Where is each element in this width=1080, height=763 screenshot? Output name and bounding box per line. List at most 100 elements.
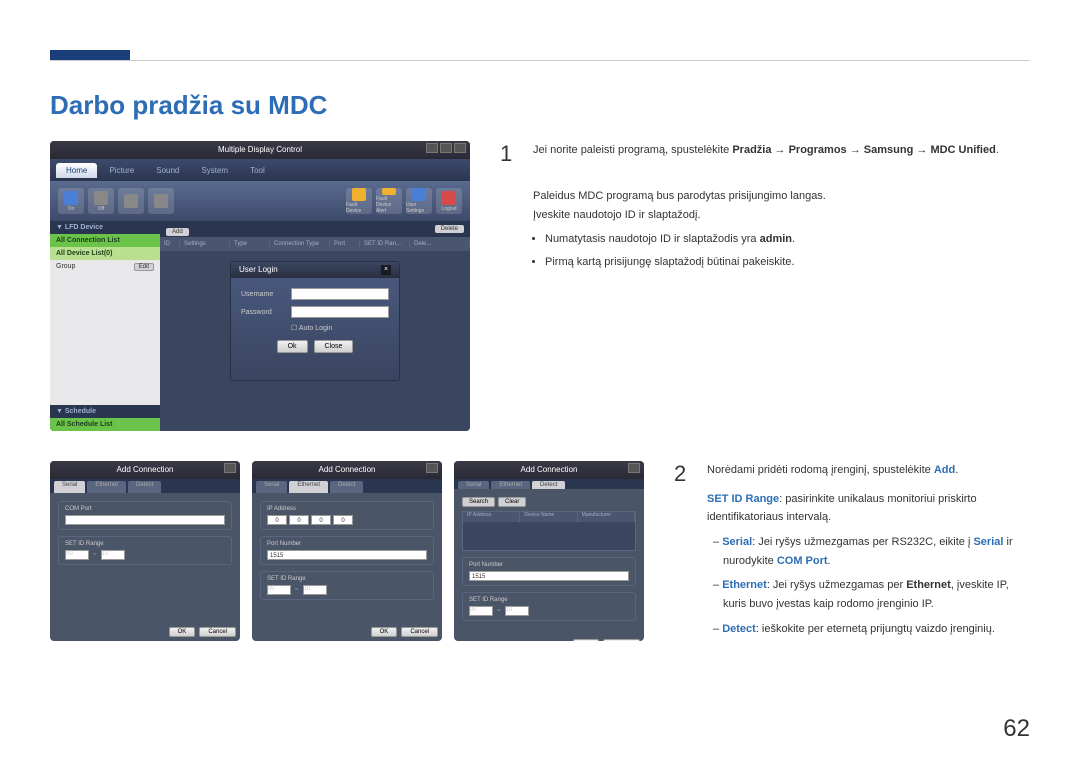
edit-button[interactable]: Edit bbox=[134, 263, 154, 271]
row-2: Add Connection Serial Ethernet Detect CO… bbox=[50, 461, 1030, 665]
tab-picture[interactable]: Picture bbox=[99, 163, 144, 178]
minimize-icon[interactable] bbox=[426, 143, 438, 153]
username-label: Username bbox=[241, 291, 291, 298]
search-button[interactable]: Search bbox=[462, 497, 495, 507]
step-2: 2 Norėdami pridėti rodomą įrenginį, spus… bbox=[674, 461, 1030, 645]
ip-octet-2[interactable]: 0 bbox=[289, 515, 309, 525]
dash-serial: Serial: Jei ryšys užmezgamas per RS232C,… bbox=[713, 533, 1030, 570]
close-icon[interactable] bbox=[454, 143, 466, 153]
tab-home[interactable]: Home bbox=[56, 163, 97, 178]
tab-ethernet[interactable]: Ethernet bbox=[491, 481, 530, 489]
addconn-detect-screenshot: Add Connection Serial Ethernet Detect Se… bbox=[454, 461, 644, 641]
tab-ethernet[interactable]: Ethernet bbox=[289, 481, 328, 493]
ip-group: IP Address 0 0 0 0 bbox=[260, 501, 434, 530]
mdc-main-screenshot: Multiple Display Control Home Picture So… bbox=[50, 141, 470, 431]
subbar-left: Add bbox=[166, 220, 189, 238]
close-icon[interactable]: × bbox=[381, 265, 391, 275]
fault-alert-button[interactable]: Fault Device Alert bbox=[376, 188, 402, 214]
username-input[interactable] bbox=[291, 288, 389, 300]
tab-detect[interactable]: Detect bbox=[330, 481, 363, 493]
ip-octet-1[interactable]: 0 bbox=[267, 515, 287, 525]
power-off-button[interactable]: Off bbox=[88, 188, 114, 214]
range-from[interactable]: 00 bbox=[267, 585, 291, 595]
maximize-icon[interactable] bbox=[440, 143, 452, 153]
port-group: Port Number 1515 bbox=[260, 536, 434, 565]
logout-button[interactable]: Logout bbox=[436, 188, 462, 214]
lfd-device-header[interactable]: ▼ LFD Device bbox=[50, 221, 160, 234]
step-1-number: 1 bbox=[500, 141, 518, 167]
delete-button[interactable]: Delete bbox=[435, 225, 464, 233]
com-port-select[interactable] bbox=[65, 515, 225, 525]
user-settings-button[interactable]: User Settings bbox=[406, 188, 432, 214]
port-input[interactable]: 1515 bbox=[267, 550, 427, 560]
conn-body-serial: COM Port SET ID Range 00 ~ 10 bbox=[50, 493, 240, 623]
close-icon[interactable] bbox=[224, 463, 236, 473]
ip-octet-3[interactable]: 0 bbox=[311, 515, 331, 525]
tab-tool[interactable]: Tool bbox=[240, 163, 275, 178]
close-icon[interactable] bbox=[426, 463, 438, 473]
addconn-titlebar-1: Add Connection bbox=[50, 461, 240, 479]
all-device-header[interactable]: All Device List(0) bbox=[50, 247, 160, 260]
schedule-header[interactable]: ▼ Schedule bbox=[50, 405, 160, 418]
tab-detect[interactable]: Detect bbox=[532, 481, 565, 489]
tab-ethernet[interactable]: Ethernet bbox=[87, 481, 126, 493]
tab-serial[interactable]: Serial bbox=[458, 481, 489, 489]
conn-buttons-3: OK Cancel bbox=[454, 635, 644, 641]
column-headers: ID Settings Type Connection Type Port SE… bbox=[160, 237, 470, 251]
range-row-2: 00 ~ 10 bbox=[267, 585, 427, 595]
login-buttons: Ok Close bbox=[241, 340, 389, 353]
step-2-text: Norėdami pridėti rodomą įrenginį, spuste… bbox=[707, 461, 1030, 645]
ok-button[interactable]: Ok bbox=[277, 340, 308, 353]
power-on-button[interactable]: On bbox=[58, 188, 84, 214]
volume-button[interactable] bbox=[148, 188, 174, 214]
password-input[interactable] bbox=[291, 306, 389, 318]
range-to[interactable]: 10 bbox=[101, 550, 125, 560]
step-1: 1 Jei norite paleisti programą, spustelė… bbox=[500, 141, 1030, 167]
input-button[interactable] bbox=[118, 188, 144, 214]
close-button[interactable]: Close bbox=[314, 340, 354, 353]
close-icon[interactable] bbox=[628, 463, 640, 473]
all-schedule-header[interactable]: All Schedule List bbox=[50, 418, 160, 431]
add-button[interactable]: Add bbox=[166, 228, 189, 236]
tab-serial[interactable]: Serial bbox=[54, 481, 85, 493]
login-dialog-body: Username Password ☐ Auto Login Ok Close bbox=[231, 278, 399, 363]
tab-system[interactable]: System bbox=[191, 163, 238, 178]
tab-sound[interactable]: Sound bbox=[146, 163, 189, 178]
cancel-button[interactable]: Cancel bbox=[603, 639, 640, 641]
ip-octet-4[interactable]: 0 bbox=[333, 515, 353, 525]
step2-dashes: Serial: Jei ryšys užmezgamas per RS232C,… bbox=[707, 533, 1030, 638]
window-title: Multiple Display Control bbox=[218, 145, 302, 154]
detect-list: IP Address Device Name Manufacturer bbox=[462, 511, 636, 551]
tab-detect[interactable]: Detect bbox=[128, 481, 161, 493]
ok-button[interactable]: OK bbox=[371, 627, 398, 637]
range-to[interactable]: 10 bbox=[303, 585, 327, 595]
content-area: Add Delete ID Settings Type Connection T… bbox=[160, 221, 470, 431]
addconn-ethernet-screenshot: Add Connection Serial Ethernet Detect IP… bbox=[252, 461, 442, 641]
range-row: 00 ~ 10 bbox=[65, 550, 225, 560]
range-from[interactable]: 00 bbox=[65, 550, 89, 560]
all-connection-header[interactable]: All Connection List bbox=[50, 234, 160, 247]
com-port-group: COM Port bbox=[58, 501, 232, 530]
addconn-serial-screenshot: Add Connection Serial Ethernet Detect CO… bbox=[50, 461, 240, 641]
tab-serial[interactable]: Serial bbox=[256, 481, 287, 493]
addconn-titlebar-3: Add Connection bbox=[454, 461, 644, 479]
conn-tabs-1: Serial Ethernet Detect bbox=[50, 479, 240, 493]
main-body: ▼ LFD Device All Connection List All Dev… bbox=[50, 221, 470, 431]
bullet-admin: Numatytasis naudotojo ID ir slaptažodis … bbox=[545, 230, 1030, 249]
range-to[interactable]: 10 bbox=[505, 606, 529, 616]
auto-login-checkbox[interactable]: ☐ Auto Login bbox=[291, 324, 389, 332]
cancel-button[interactable]: Cancel bbox=[199, 627, 236, 637]
fault-device-button[interactable]: Fault Device bbox=[346, 188, 372, 214]
cancel-button[interactable]: Cancel bbox=[401, 627, 438, 637]
range-from[interactable]: 00 bbox=[469, 606, 493, 616]
ok-button[interactable]: OK bbox=[169, 627, 196, 637]
conn-tabs-2: Serial Ethernet Detect bbox=[252, 479, 442, 493]
clear-button[interactable]: Clear bbox=[498, 497, 526, 507]
ok-button[interactable]: OK bbox=[573, 639, 600, 641]
set-id-group: SET ID Range 00 ~ 10 bbox=[58, 536, 232, 565]
list-headers: IP Address Device Name Manufacturer bbox=[463, 512, 635, 522]
step1-text-block: 1 Jei norite paleisti programą, spustelė… bbox=[500, 141, 1030, 431]
set-id-group-2: SET ID Range 00 ~ 10 bbox=[260, 571, 434, 600]
port-input[interactable]: 1515 bbox=[469, 571, 629, 581]
group-row: Group Edit bbox=[50, 260, 160, 274]
